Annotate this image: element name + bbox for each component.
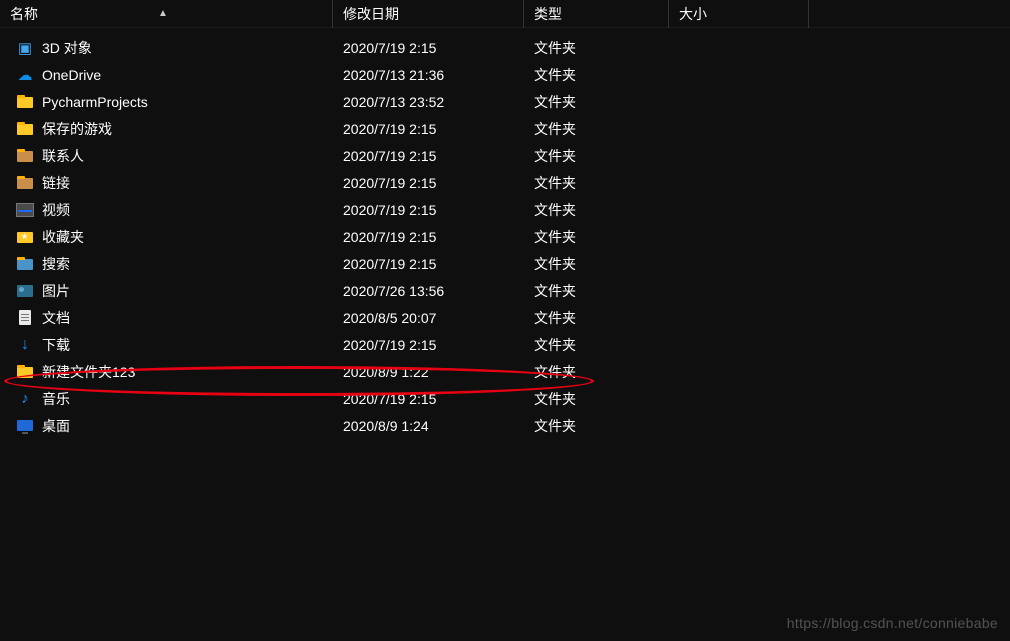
- file-name: 音乐: [42, 389, 70, 409]
- file-type: 文件夹: [534, 418, 576, 434]
- download-icon: ↓: [16, 336, 34, 354]
- file-type: 文件夹: [534, 310, 576, 326]
- file-date: 2020/7/26 13:56: [343, 283, 444, 299]
- file-date: 2020/7/19 2:15: [343, 391, 436, 407]
- file-list: ▣ 3D 对象 2020/7/19 2:15 文件夹 ☁ OneDrive 2020/7/1…: [0, 28, 1010, 439]
- file-name: 下载: [42, 335, 70, 355]
- watermark-text: https://blog.csdn.net/conniebabe: [787, 615, 998, 631]
- file-type: 文件夹: [534, 67, 576, 83]
- column-header-type-label: 类型: [534, 6, 562, 22]
- file-name: OneDrive: [42, 67, 101, 83]
- documents-icon: [16, 309, 34, 327]
- 3d-objects-icon: ▣: [16, 39, 34, 57]
- file-date: 2020/7/13 23:52: [343, 94, 444, 110]
- column-header-type[interactable]: 类型: [524, 0, 669, 28]
- file-name: PycharmProjects: [42, 94, 148, 110]
- file-name: 搜索: [42, 254, 70, 274]
- file-name: 桌面: [42, 416, 70, 436]
- file-row[interactable]: 搜索 2020/7/19 2:15 文件夹: [0, 250, 1010, 277]
- file-row[interactable]: 新建文件夹123 2020/8/9 1:22 文件夹: [0, 358, 1010, 385]
- file-row[interactable]: 图片 2020/7/26 13:56 文件夹: [0, 277, 1010, 304]
- file-type: 文件夹: [534, 202, 576, 218]
- file-row[interactable]: 视频 2020/7/19 2:15 文件夹: [0, 196, 1010, 223]
- file-row[interactable]: ☁ OneDrive 2020/7/13 21:36 文件夹: [0, 61, 1010, 88]
- file-name: 收藏夹: [42, 227, 84, 247]
- file-row[interactable]: 链接 2020/7/19 2:15 文件夹: [0, 169, 1010, 196]
- file-row[interactable]: 收藏夹 2020/7/19 2:15 文件夹: [0, 223, 1010, 250]
- file-type: 文件夹: [534, 364, 576, 380]
- column-header-name-label: 名称: [10, 4, 38, 24]
- file-row[interactable]: 桌面 2020/8/9 1:24 文件夹: [0, 412, 1010, 439]
- file-date: 2020/7/19 2:15: [343, 148, 436, 164]
- file-row[interactable]: PycharmProjects 2020/7/13 23:52 文件夹: [0, 88, 1010, 115]
- file-type: 文件夹: [534, 391, 576, 407]
- file-date: 2020/7/19 2:15: [343, 256, 436, 272]
- file-date: 2020/7/19 2:15: [343, 40, 436, 56]
- file-type: 文件夹: [534, 121, 576, 137]
- folder-icon: [16, 120, 34, 138]
- file-name: 联系人: [42, 146, 84, 166]
- file-date: 2020/7/13 21:36: [343, 67, 444, 83]
- file-row[interactable]: ▣ 3D 对象 2020/7/19 2:15 文件夹: [0, 34, 1010, 61]
- folder-icon: [16, 363, 34, 381]
- file-row[interactable]: 保存的游戏 2020/7/19 2:15 文件夹: [0, 115, 1010, 142]
- file-type: 文件夹: [534, 40, 576, 56]
- folder-icon: [16, 93, 34, 111]
- column-header-date[interactable]: 修改日期: [333, 0, 524, 28]
- file-date: 2020/7/19 2:15: [343, 229, 436, 245]
- file-name: 图片: [42, 281, 70, 301]
- column-header-row: 名称 ▲ 修改日期 类型 大小: [0, 0, 1010, 28]
- file-date: 2020/8/9 1:24: [343, 418, 429, 434]
- file-name: 保存的游戏: [42, 119, 112, 139]
- column-header-size-label: 大小: [679, 6, 707, 22]
- pictures-icon: [16, 282, 34, 300]
- column-header-size[interactable]: 大小: [669, 0, 809, 28]
- file-name: 链接: [42, 173, 70, 193]
- file-type: 文件夹: [534, 94, 576, 110]
- column-header-date-label: 修改日期: [343, 6, 399, 22]
- file-name: 新建文件夹123: [42, 362, 135, 382]
- column-header-name[interactable]: 名称 ▲: [0, 0, 333, 28]
- search-folder-icon: [16, 255, 34, 273]
- music-icon: ♪: [16, 390, 34, 408]
- file-type: 文件夹: [534, 256, 576, 272]
- file-name: 3D 对象: [42, 38, 92, 58]
- sort-ascending-icon: ▲: [158, 8, 168, 19]
- video-icon: [16, 201, 34, 219]
- file-date: 2020/7/19 2:15: [343, 337, 436, 353]
- file-name: 文档: [42, 308, 70, 328]
- file-type: 文件夹: [534, 175, 576, 191]
- file-date: 2020/8/5 20:07: [343, 310, 436, 326]
- file-type: 文件夹: [534, 283, 576, 299]
- desktop-icon: [16, 417, 34, 435]
- links-icon: [16, 174, 34, 192]
- file-type: 文件夹: [534, 148, 576, 164]
- file-date: 2020/7/19 2:15: [343, 202, 436, 218]
- file-name: 视频: [42, 200, 70, 220]
- file-date: 2020/7/19 2:15: [343, 175, 436, 191]
- file-type: 文件夹: [534, 337, 576, 353]
- file-date: 2020/8/9 1:22: [343, 364, 429, 380]
- file-type: 文件夹: [534, 229, 576, 245]
- file-date: 2020/7/19 2:15: [343, 121, 436, 137]
- onedrive-icon: ☁: [16, 66, 34, 84]
- file-row[interactable]: 联系人 2020/7/19 2:15 文件夹: [0, 142, 1010, 169]
- file-row[interactable]: 文档 2020/8/5 20:07 文件夹: [0, 304, 1010, 331]
- contacts-icon: [16, 147, 34, 165]
- favorites-icon: [16, 228, 34, 246]
- file-row[interactable]: ↓ 下载 2020/7/19 2:15 文件夹: [0, 331, 1010, 358]
- file-row[interactable]: ♪ 音乐 2020/7/19 2:15 文件夹: [0, 385, 1010, 412]
